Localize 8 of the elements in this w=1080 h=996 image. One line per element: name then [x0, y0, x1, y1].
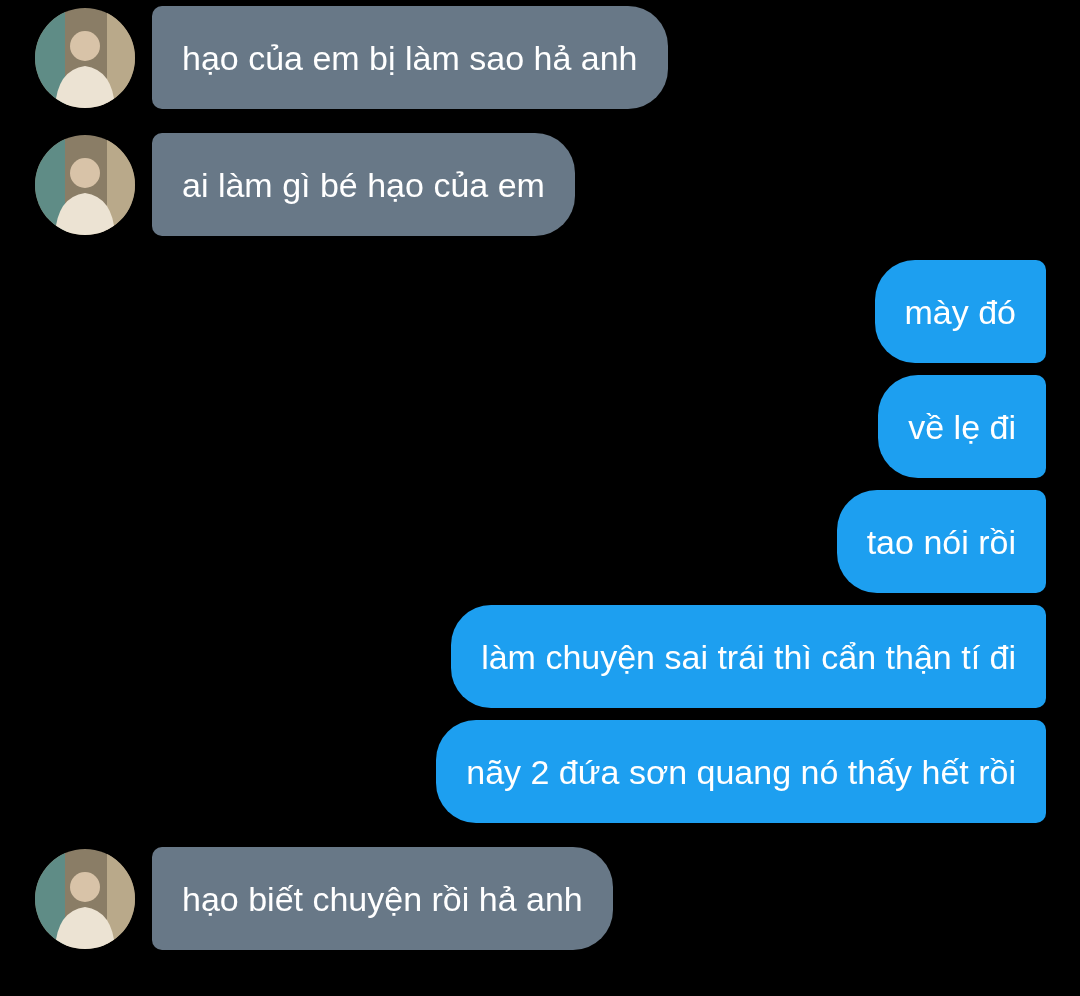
message-bubble: ai làm gì bé hạo của em	[152, 133, 575, 236]
message-bubble: mày đó	[874, 260, 1046, 363]
message-bubble: nãy 2 đứa sơn quang nó thấy hết rồi	[436, 720, 1046, 823]
message-bubble: hạo biết chuyện rồi hả anh	[152, 847, 613, 950]
message-bubble: hạo của em bị làm sao hả anh	[152, 6, 668, 109]
message-bubble: về lẹ đi	[878, 375, 1046, 478]
message-bubble: tao nói rồi	[836, 490, 1046, 593]
message-bubble: làm chuyện sai trái thì cẩn thận tí đi	[451, 605, 1046, 708]
